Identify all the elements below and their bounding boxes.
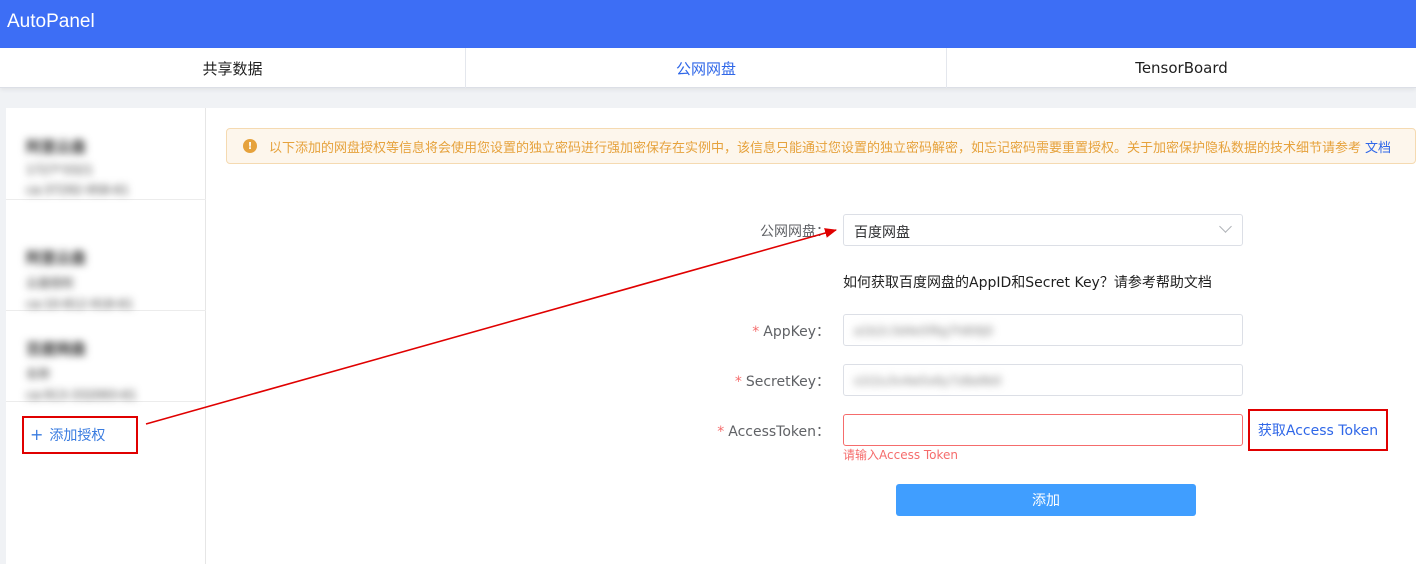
add-button[interactable]: 添加	[896, 484, 1196, 516]
plus-icon: +	[30, 425, 44, 444]
main-panel: ! 以下添加的网盘授权等信息将会使用您设置的独立密码进行强加密保存在实例中，该信…	[206, 108, 1416, 564]
auth-card-subtitle: 1727*3321	[26, 163, 94, 177]
auth-card-title: 阿里云盘	[26, 138, 87, 156]
appkey-label: * AppKey：	[680, 321, 830, 341]
tab-shared-data[interactable]: 共享数据	[0, 48, 466, 88]
chevron-down-icon	[1219, 220, 1232, 233]
auth-card[interactable]: 阿里云盘 1727*3321 ca:37292-958-61	[6, 108, 206, 200]
disk-select[interactable]: 百度网盘	[843, 214, 1243, 246]
notice-doc-link[interactable]: 文档	[1365, 137, 1391, 156]
get-access-token-link[interactable]: 获取Access Token	[1248, 409, 1388, 451]
auth-card-id: ca:37292-958-61	[26, 183, 130, 197]
secretkey-label-text: SecretKey：	[745, 374, 830, 390]
appkey-label-text: AppKey：	[763, 324, 830, 340]
token-label: * AccessToken：	[680, 421, 830, 441]
secretkey-label: * SecretKey：	[680, 371, 830, 391]
app-title: AutoPanel	[7, 11, 95, 32]
secretkey-input[interactable]: s1t2u3v4w5x6y7z8a9b0	[843, 364, 1243, 396]
add-auth-button[interactable]: + 添加授权	[22, 416, 138, 454]
disk-label: 公网网盘：	[760, 224, 830, 240]
appkey-input[interactable]: a1b2c3d4e5f6g7h8i9j0	[843, 314, 1243, 346]
auth-card-subtitle: 云盘授权	[26, 276, 75, 290]
tab-tensorboard[interactable]: TensorBoard	[947, 48, 1416, 88]
auth-card-id: ca:913-332093-61	[26, 388, 137, 402]
auth-card[interactable]: 阿里云盘 云盘授权 ca:10-812-918-61	[6, 219, 206, 311]
appkey-value: a1b2c3d4e5f6g7h8i9j0	[854, 324, 994, 338]
required-mark: *	[717, 424, 725, 440]
auth-sidebar: 阿里云盘 1727*3321 ca:37292-958-61 阿里云盘 云盘授权…	[6, 108, 206, 564]
auth-card-title: 百度网盘	[26, 340, 87, 358]
token-label-text: AccessToken：	[728, 424, 830, 440]
required-mark: *	[734, 374, 742, 390]
help-text: 如何获取百度网盘的AppID和Secret Key？请参考帮助文档	[843, 275, 1212, 291]
token-error-message: 请输入Access Token	[843, 448, 959, 462]
auth-card-subtitle: 名称	[26, 367, 51, 381]
auth-card[interactable]: 百度网盘 名称 ca:913-332093-61	[6, 310, 206, 402]
tab-public-disk[interactable]: 公网网盘	[466, 48, 947, 88]
auth-card-title: 阿里云盘	[26, 249, 87, 267]
app-header: AutoPanel	[0, 0, 1416, 48]
access-token-input[interactable]	[843, 414, 1243, 446]
notice-text: 以下添加的网盘授权等信息将会使用您设置的独立密码进行强加密保存在实例中，该信息只…	[269, 140, 1362, 156]
required-mark: *	[752, 324, 760, 340]
tab-bar: 共享数据 公网网盘 TensorBoard	[0, 48, 1416, 88]
warning-circle-icon: !	[243, 139, 257, 153]
disk-select-value: 百度网盘	[854, 225, 910, 241]
auth-card-id: ca:10-812-918-61	[26, 297, 134, 311]
encryption-notice: ! 以下添加的网盘授权等信息将会使用您设置的独立密码进行强加密保存在实例中，该信…	[226, 128, 1416, 164]
secretkey-value: s1t2u3v4w5x6y7z8a9b0	[854, 374, 1002, 388]
add-auth-label: 添加授权	[49, 428, 106, 444]
